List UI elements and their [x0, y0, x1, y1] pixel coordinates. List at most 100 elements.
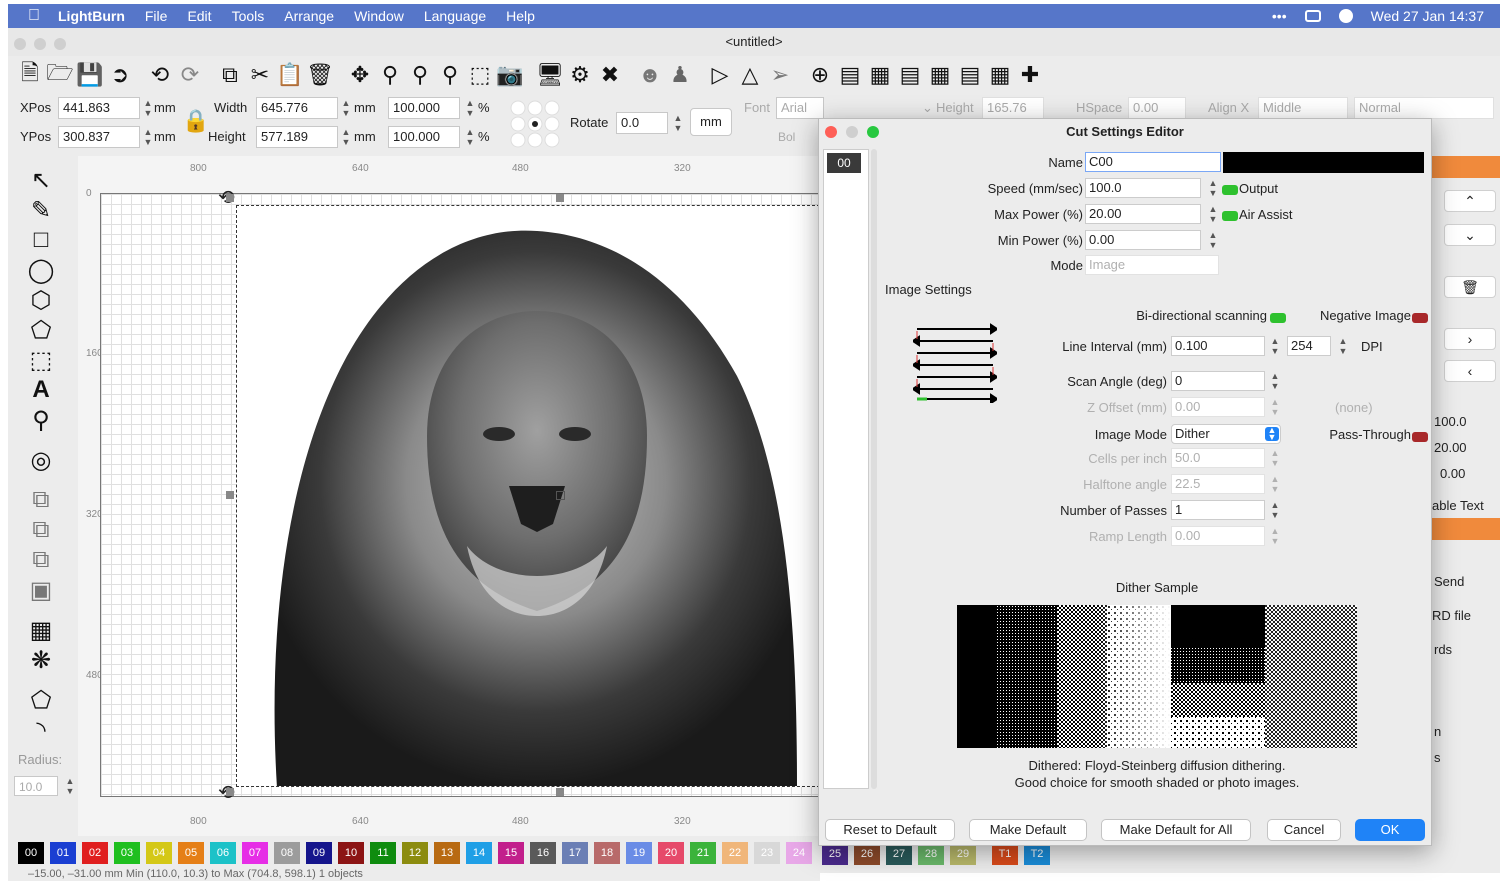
coords-select[interactable]: rds — [1434, 642, 1452, 657]
zoom-in-icon[interactable]: ⚲ — [376, 61, 404, 89]
rd-file-button[interactable]: RD file — [1432, 608, 1471, 623]
palette-color-22[interactable]: 22 — [722, 842, 748, 864]
alignx-select[interactable]: Middle — [1258, 97, 1348, 119]
panel-value-3[interactable]: 0.00 — [1440, 466, 1465, 481]
flip-icon[interactable]: ▷ — [706, 61, 734, 89]
hspace-input[interactable]: 0.00 — [1128, 97, 1186, 119]
user-icon[interactable]: ♟ — [666, 61, 694, 89]
anchor-grid[interactable] — [510, 100, 560, 148]
palette-color-10[interactable]: 10 — [338, 842, 364, 864]
palette-color-t1[interactable]: T1 — [992, 843, 1018, 865]
ramp-length-stepper[interactable]: ▲ ▼ — [1269, 526, 1281, 546]
halftone-angle-input[interactable]: 22.5 — [1171, 474, 1265, 494]
boolean-intersect-icon[interactable]: ⧉ — [24, 546, 58, 574]
import-icon[interactable]: ➲ — [106, 61, 134, 89]
trash-icon[interactable]: 🗑 — [1444, 276, 1496, 298]
halftone-angle-stepper[interactable]: ▲ ▼ — [1269, 474, 1281, 494]
resize-handle[interactable] — [226, 788, 234, 796]
min-power-stepper[interactable]: ▲ ▼ — [1207, 230, 1219, 250]
palette-color-09[interactable]: 09 — [306, 842, 332, 864]
undo-icon[interactable]: ⟲ — [146, 61, 174, 89]
height-stepper[interactable]: ▲ ▼ — [340, 127, 352, 149]
prev-icon[interactable]: ‹ — [1444, 360, 1496, 382]
arrow-icon[interactable]: ➢ — [766, 61, 794, 89]
clock[interactable]: Wed 27 Jan 14:37 — [1371, 8, 1484, 24]
width-stepper[interactable]: ▲ ▼ — [340, 98, 352, 120]
palette-color-25[interactable]: 25 — [822, 843, 848, 865]
xpos-stepper[interactable]: ▲ ▼ — [142, 98, 154, 120]
monitor-icon[interactable]: 🖥 — [536, 61, 564, 89]
height-input[interactable]: 577.189 — [256, 126, 338, 148]
z-offset-input[interactable]: 0.00 — [1171, 397, 1265, 417]
center-icon[interactable]: ✚ — [1016, 61, 1044, 89]
palette-color-15[interactable]: 15 — [498, 842, 524, 864]
palette-color-11[interactable]: 11 — [370, 842, 396, 864]
output-toggle[interactable] — [1219, 181, 1238, 196]
palette-color-16[interactable]: 16 — [530, 842, 556, 864]
layer-color-swatch[interactable] — [1223, 152, 1424, 173]
move-icon[interactable]: ✥ — [346, 61, 374, 89]
next-icon[interactable]: › — [1444, 328, 1496, 350]
pass-through-toggle[interactable] — [1409, 428, 1428, 443]
palette-color-04[interactable]: 04 — [146, 842, 172, 864]
move-up-icon[interactable]: ⌃ — [1444, 190, 1496, 212]
palette-color-03[interactable]: 03 — [114, 842, 140, 864]
zoom-window-button[interactable] — [54, 38, 66, 50]
resize-handle[interactable] — [226, 491, 234, 499]
style-select[interactable]: Normal — [1354, 97, 1494, 119]
new-file-icon[interactable]: 🗎 — [16, 60, 44, 89]
delete-icon[interactable]: 🗑 — [306, 61, 334, 89]
palette-color-19[interactable]: 19 — [626, 842, 652, 864]
xpos-input[interactable]: 441.863 — [58, 97, 140, 119]
palette-color-20[interactable]: 20 — [658, 842, 684, 864]
weld-icon[interactable]: ▣ — [24, 576, 58, 604]
polygon-tool-icon[interactable]: ⬡ — [24, 286, 58, 314]
dpi-input[interactable]: 254 — [1287, 336, 1331, 356]
air-assist-toggle[interactable] — [1219, 207, 1238, 222]
palette-color-28[interactable]: 28 — [918, 843, 944, 865]
distribute-icon[interactable]: ▦ — [866, 61, 894, 89]
settings-icon[interactable]: ⚙ — [566, 61, 594, 89]
center-handle[interactable] — [556, 491, 565, 500]
ellipse-tool-icon[interactable]: ◯ — [24, 256, 58, 284]
circular-array-icon[interactable]: ❋ — [24, 646, 58, 674]
app-menu[interactable]: LightBurn — [58, 8, 125, 24]
image-mode-dropdown-icon[interactable]: ▲ ▼ — [1265, 426, 1279, 442]
distribute-v-icon[interactable]: ▦ — [926, 61, 954, 89]
palette-color-24[interactable]: 24 — [786, 842, 812, 864]
line-interval-stepper[interactable]: ▲ ▼ — [1269, 336, 1281, 356]
passes-input[interactable]: 1 — [1171, 500, 1265, 520]
caret-icon[interactable]: ⌄ — [922, 98, 933, 118]
siri-icon[interactable] — [1338, 9, 1353, 23]
z-offset-stepper[interactable]: ▲ ▼ — [1269, 397, 1281, 417]
save-icon[interactable]: 💾 — [76, 61, 104, 89]
palette-color-07[interactable]: 07 — [242, 842, 268, 864]
palette-color-17[interactable]: 17 — [562, 842, 588, 864]
palette-color-18[interactable]: 18 — [594, 842, 620, 864]
apple-icon[interactable]:  — [28, 7, 40, 25]
pentagon-tool-icon[interactable]: ⬠ — [24, 316, 58, 344]
layer-list-scrollbar[interactable] — [871, 149, 877, 789]
cells-per-inch-stepper[interactable]: ▲ ▼ — [1269, 448, 1281, 468]
scale-y-stepper[interactable]: ▲ ▼ — [464, 127, 476, 149]
menu-language[interactable]: Language — [424, 8, 486, 24]
panel-s[interactable]: s — [1434, 750, 1441, 765]
negative-image-toggle[interactable] — [1409, 309, 1428, 324]
rotate-stepper[interactable]: ▲ ▼ — [672, 113, 684, 135]
menu-file[interactable]: File — [145, 8, 168, 24]
panel-n[interactable]: n — [1434, 724, 1441, 739]
fillet-tool-icon[interactable]: ◝ — [24, 716, 58, 744]
menu-arrange[interactable]: Arrange — [284, 8, 334, 24]
ok-button[interactable]: OK — [1355, 819, 1425, 841]
mirror-icon[interactable]: △ — [736, 61, 764, 89]
control-center-icon[interactable] — [1304, 10, 1321, 22]
unit-toggle-button[interactable]: mm — [690, 108, 732, 136]
name-input[interactable]: C00 — [1085, 152, 1221, 172]
position-tool-icon[interactable]: ⚲ — [24, 406, 58, 434]
palette-color-26[interactable]: 26 — [854, 843, 880, 865]
scale-x-input[interactable]: 100.000 — [388, 97, 460, 119]
palette-color-05[interactable]: 05 — [178, 842, 204, 864]
font-select[interactable]: Arial — [776, 97, 824, 119]
scan-angle-input[interactable]: 0 — [1171, 371, 1265, 391]
bidir-toggle[interactable] — [1267, 309, 1286, 324]
